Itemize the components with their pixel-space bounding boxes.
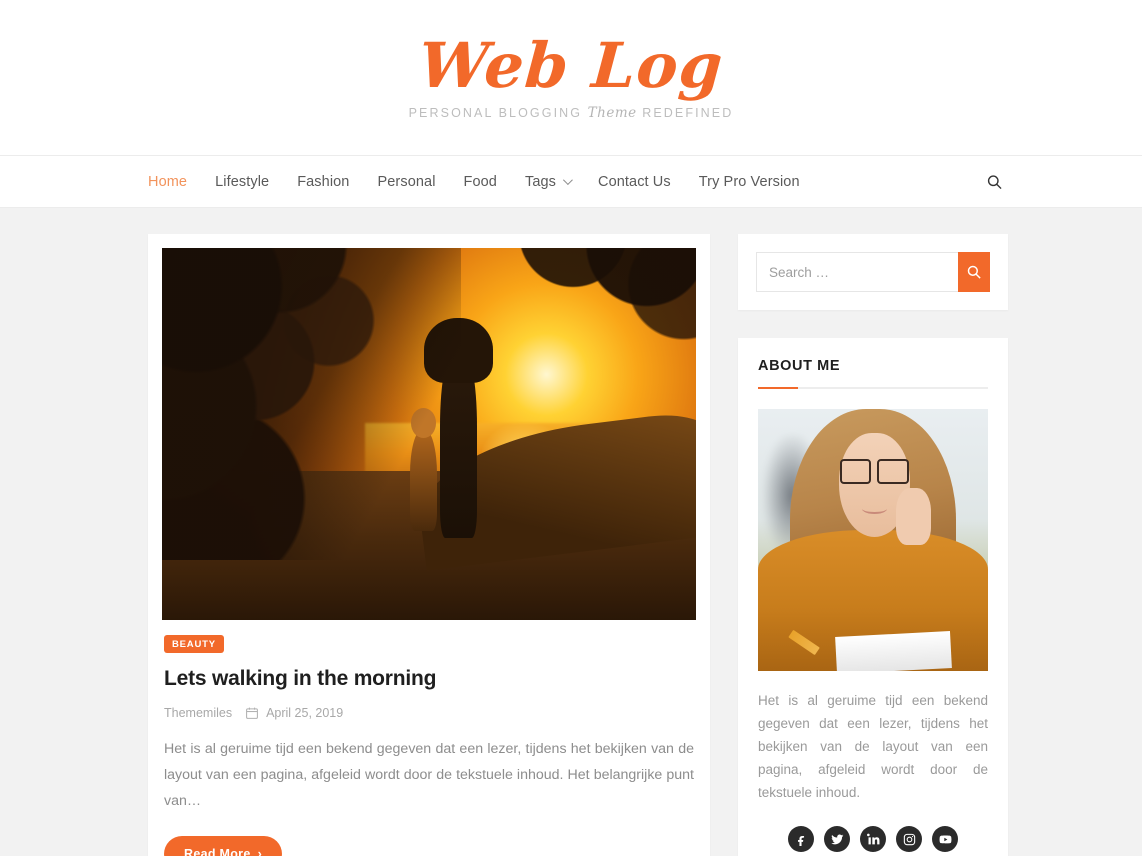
tagline-after: Redefined: [642, 105, 734, 120]
youtube-icon[interactable]: [932, 826, 958, 852]
instagram-icon[interactable]: [896, 826, 922, 852]
post-body: Beauty Lets walking in the morning Theme…: [162, 620, 696, 856]
about-me-photo: [758, 409, 988, 671]
nav-item-label: Try Pro Version: [698, 173, 800, 190]
tagline-before: Personal Blogging: [408, 105, 583, 120]
site-logo[interactable]: Web Log: [416, 29, 725, 102]
nav-item-lifestyle[interactable]: Lifestyle: [201, 174, 283, 190]
sidebar: About Me Het is al geruime tijd een beke…: [738, 234, 1008, 856]
post-featured-image[interactable]: [162, 248, 696, 620]
post-author[interactable]: Thememiles: [164, 706, 232, 720]
nav-search-toggle[interactable]: [987, 174, 1002, 189]
search-input[interactable]: [756, 252, 958, 292]
read-more-label: Read More: [184, 847, 251, 856]
search-widget: [738, 234, 1008, 310]
calendar-icon: [246, 707, 258, 719]
portrait-illustration: [758, 409, 988, 671]
nav-item-label: Lifestyle: [215, 173, 270, 190]
post-title[interactable]: Lets walking in the morning: [164, 667, 694, 691]
post-meta: Thememiles April 25, 2019: [164, 706, 694, 720]
site-tagline: Personal Blogging Theme Redefined: [409, 105, 734, 121]
linkedin-icon[interactable]: [860, 826, 886, 852]
nav-item-label: Tags: [524, 173, 556, 190]
chevron-right-icon: ›: [257, 847, 263, 856]
sunset-walk-illustration: [162, 248, 696, 620]
main-navigation: Home Lifestyle Fashion Personal Food Tag…: [0, 156, 1142, 208]
search-icon: [967, 265, 981, 279]
post-category-badge[interactable]: Beauty: [164, 635, 224, 653]
nav-item-label: Contact Us: [598, 173, 671, 190]
page-container: Beauty Lets walking in the morning Theme…: [0, 208, 1142, 856]
nav-item-label: Fashion: [297, 173, 350, 190]
search-icon: [987, 174, 1002, 189]
chevron-down-icon: [562, 175, 573, 186]
about-me-widget: About Me Het is al geruime tijd een beke…: [738, 338, 1008, 856]
search-submit-button[interactable]: [958, 252, 990, 292]
nav-list: Home Lifestyle Fashion Personal Food Tag…: [148, 174, 814, 190]
nav-item-fashion[interactable]: Fashion: [283, 174, 363, 190]
read-more-button[interactable]: Read More ›: [164, 836, 283, 856]
social-links: [758, 826, 988, 856]
facebook-icon[interactable]: [788, 826, 814, 852]
title-underline: [758, 387, 988, 389]
search-row: [756, 252, 990, 292]
tagline-italic-word: Theme: [587, 104, 637, 121]
nav-item-try-pro-version[interactable]: Try Pro Version: [685, 174, 814, 190]
site-header: Web Log Personal Blogging Theme Redefine…: [0, 0, 1142, 156]
post-date: April 25, 2019: [266, 706, 344, 720]
nav-item-label: Food: [463, 173, 497, 190]
twitter-icon[interactable]: [824, 826, 850, 852]
post-excerpt: Het is al geruime tijd een bekend gegeve…: [164, 741, 694, 809]
nav-item-personal[interactable]: Personal: [363, 174, 449, 190]
widget-title: About Me: [758, 358, 841, 374]
content-column: Beauty Lets walking in the morning Theme…: [148, 234, 710, 856]
nav-item-label: Home: [148, 173, 188, 190]
nav-item-tags[interactable]: Tags: [511, 174, 584, 190]
nav-item-contact-us[interactable]: Contact Us: [584, 174, 685, 190]
post-card: Beauty Lets walking in the morning Theme…: [148, 234, 710, 856]
about-me-text: Het is al geruime tijd een bekend gegeve…: [758, 693, 988, 800]
nav-item-food[interactable]: Food: [450, 174, 511, 190]
nav-item-label: Personal: [377, 173, 436, 190]
nav-item-home[interactable]: Home: [148, 174, 201, 190]
